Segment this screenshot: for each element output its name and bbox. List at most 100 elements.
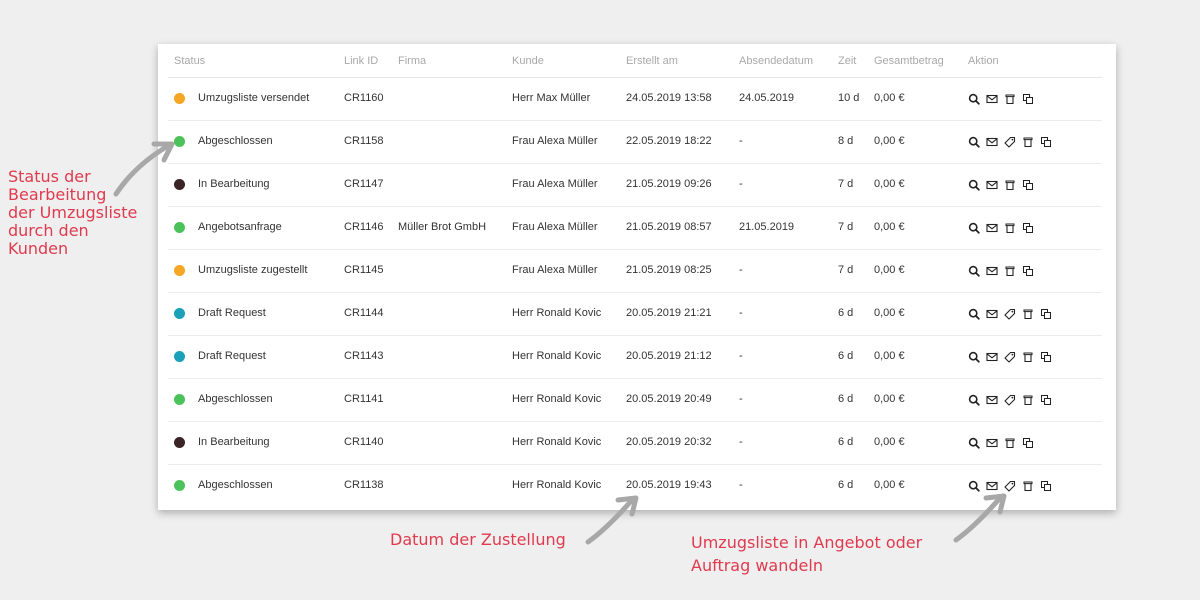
search-icon[interactable] [968, 265, 980, 277]
link-id-cell: CR1146 [344, 221, 384, 233]
header-status[interactable]: Status [174, 55, 205, 67]
status-dot [174, 394, 185, 405]
tag-icon[interactable] [1004, 136, 1016, 148]
annotation-arrow-wandeln [953, 493, 1007, 543]
search-icon[interactable] [968, 437, 980, 449]
status-cell: Abgeschlossen [198, 479, 273, 491]
copy-icon[interactable] [1022, 437, 1034, 449]
table-row[interactable]: Umzugsliste versendet CR1160 Herr Max Müll… [168, 77, 1102, 121]
tag-icon[interactable] [1004, 351, 1016, 363]
status-dot [174, 93, 185, 104]
trash-icon[interactable] [1004, 179, 1016, 191]
status-cell: In Bearbeitung [198, 436, 270, 448]
erstellt-am-cell: 20.05.2019 21:21 [626, 307, 712, 319]
mail-icon[interactable] [986, 136, 998, 148]
header-zeit[interactable]: Zeit [838, 55, 856, 67]
copy-icon[interactable] [1022, 265, 1034, 277]
trash-icon[interactable] [1022, 136, 1034, 148]
trash-icon[interactable] [1022, 308, 1034, 320]
status-dot [174, 351, 185, 362]
header-absendedatum[interactable]: Absendedatum [739, 55, 813, 67]
row-actions [968, 249, 1040, 292]
mail-icon[interactable] [986, 179, 998, 191]
copy-icon[interactable] [1022, 93, 1034, 105]
zeit-cell: 6 d [838, 307, 854, 319]
copy-icon[interactable] [1040, 394, 1052, 406]
kunde-cell: Frau Alexa Müller [512, 264, 598, 276]
tag-icon[interactable] [1004, 308, 1016, 320]
trash-icon[interactable] [1022, 351, 1034, 363]
copy-icon[interactable] [1040, 351, 1052, 363]
kunde-cell: Frau Alexa Müller [512, 135, 598, 147]
erstellt-am-cell: 20.05.2019 21:12 [626, 350, 712, 362]
requests-table-panel: Status Link ID Firma Kunde Erstellt am A… [158, 44, 1116, 510]
copy-icon[interactable] [1040, 136, 1052, 148]
absendedatum-cell: - [739, 135, 743, 147]
copy-icon[interactable] [1040, 480, 1052, 492]
gesamtbetrag-cell: 0,00 € [874, 393, 905, 405]
table-row[interactable]: In Bearbeitung CR1147 Frau Alexa Müller 21.… [168, 163, 1102, 207]
trash-icon[interactable] [1004, 222, 1016, 234]
status-cell: Draft Request [198, 350, 266, 362]
search-icon[interactable] [968, 351, 980, 363]
kunde-cell: Frau Alexa Müller [512, 178, 598, 190]
status-cell: Abgeschlossen [198, 135, 273, 147]
tag-icon[interactable] [1004, 394, 1016, 406]
kunde-cell: Herr Max Müller [512, 92, 591, 104]
table-row[interactable]: Umzugsliste zugestellt CR1145 Frau Alexa M… [168, 249, 1102, 293]
table-row[interactable]: Angebotsanfrage CR1146 Müller Brot GmbH Fra… [168, 206, 1102, 250]
absendedatum-cell: - [739, 479, 743, 491]
table-row[interactable]: Draft Request CR1144 Herr Ronald Kovic 20.0… [168, 292, 1102, 336]
mail-icon[interactable] [986, 93, 998, 105]
mail-icon[interactable] [986, 265, 998, 277]
table-header: Status Link ID Firma Kunde Erstellt am A… [168, 44, 1102, 78]
search-icon[interactable] [968, 394, 980, 406]
header-gesamtbetrag[interactable]: Gesamtbetrag [874, 55, 944, 67]
trash-icon[interactable] [1004, 265, 1016, 277]
annotation-wandeln-line: Umzugsliste in Angebot oder [691, 533, 923, 552]
trash-icon[interactable] [1004, 93, 1016, 105]
mail-icon[interactable] [986, 222, 998, 234]
absendedatum-cell: - [739, 436, 743, 448]
status-cell: Umzugsliste versendet [198, 92, 310, 104]
absendedatum-cell: 24.05.2019 [739, 92, 795, 104]
search-icon[interactable] [968, 93, 980, 105]
search-icon[interactable] [968, 136, 980, 148]
copy-icon[interactable] [1040, 308, 1052, 320]
row-actions [968, 163, 1040, 206]
erstellt-am-cell: 20.05.2019 20:32 [626, 436, 712, 448]
header-firma[interactable]: Firma [398, 55, 426, 67]
trash-icon[interactable] [1022, 480, 1034, 492]
trash-icon[interactable] [1004, 437, 1016, 449]
link-id-cell: CR1141 [344, 393, 384, 405]
copy-icon[interactable] [1022, 179, 1034, 191]
gesamtbetrag-cell: 0,00 € [874, 135, 905, 147]
mail-icon[interactable] [986, 437, 998, 449]
header-link-id[interactable]: Link ID [344, 55, 378, 67]
header-erstellt-am[interactable]: Erstellt am [626, 55, 678, 67]
annotation-status-line: der Umzugsliste [8, 203, 138, 222]
mail-icon[interactable] [986, 351, 998, 363]
kunde-cell: Herr Ronald Kovic [512, 350, 602, 362]
table-row[interactable]: Draft Request CR1143 Herr Ronald Kovic 20.0… [168, 335, 1102, 379]
row-actions [968, 206, 1040, 249]
search-icon[interactable] [968, 308, 980, 320]
table-row[interactable]: Abgeschlossen CR1141 Herr Ronald Kovic 20.0… [168, 378, 1102, 422]
mail-icon[interactable] [986, 308, 998, 320]
row-actions [968, 77, 1040, 120]
header-kunde[interactable]: Kunde [512, 55, 544, 67]
mail-icon[interactable] [986, 394, 998, 406]
kunde-cell: Herr Ronald Kovic [512, 436, 602, 448]
trash-icon[interactable] [1022, 394, 1034, 406]
link-id-cell: CR1138 [344, 479, 384, 491]
copy-icon[interactable] [1022, 222, 1034, 234]
table-row[interactable]: In Bearbeitung CR1140 Herr Ronald Kovic 20.… [168, 421, 1102, 465]
absendedatum-cell: 21.05.2019 [739, 221, 795, 233]
annotation-status-line: durch den [8, 221, 89, 240]
search-icon[interactable] [968, 222, 980, 234]
zeit-cell: 6 d [838, 350, 854, 362]
erstellt-am-cell: 21.05.2019 08:57 [626, 221, 712, 233]
zeit-cell: 10 d [838, 92, 860, 104]
search-icon[interactable] [968, 179, 980, 191]
table-row[interactable]: Abgeschlossen CR1158 Frau Alexa Müller 22.0… [168, 120, 1102, 164]
